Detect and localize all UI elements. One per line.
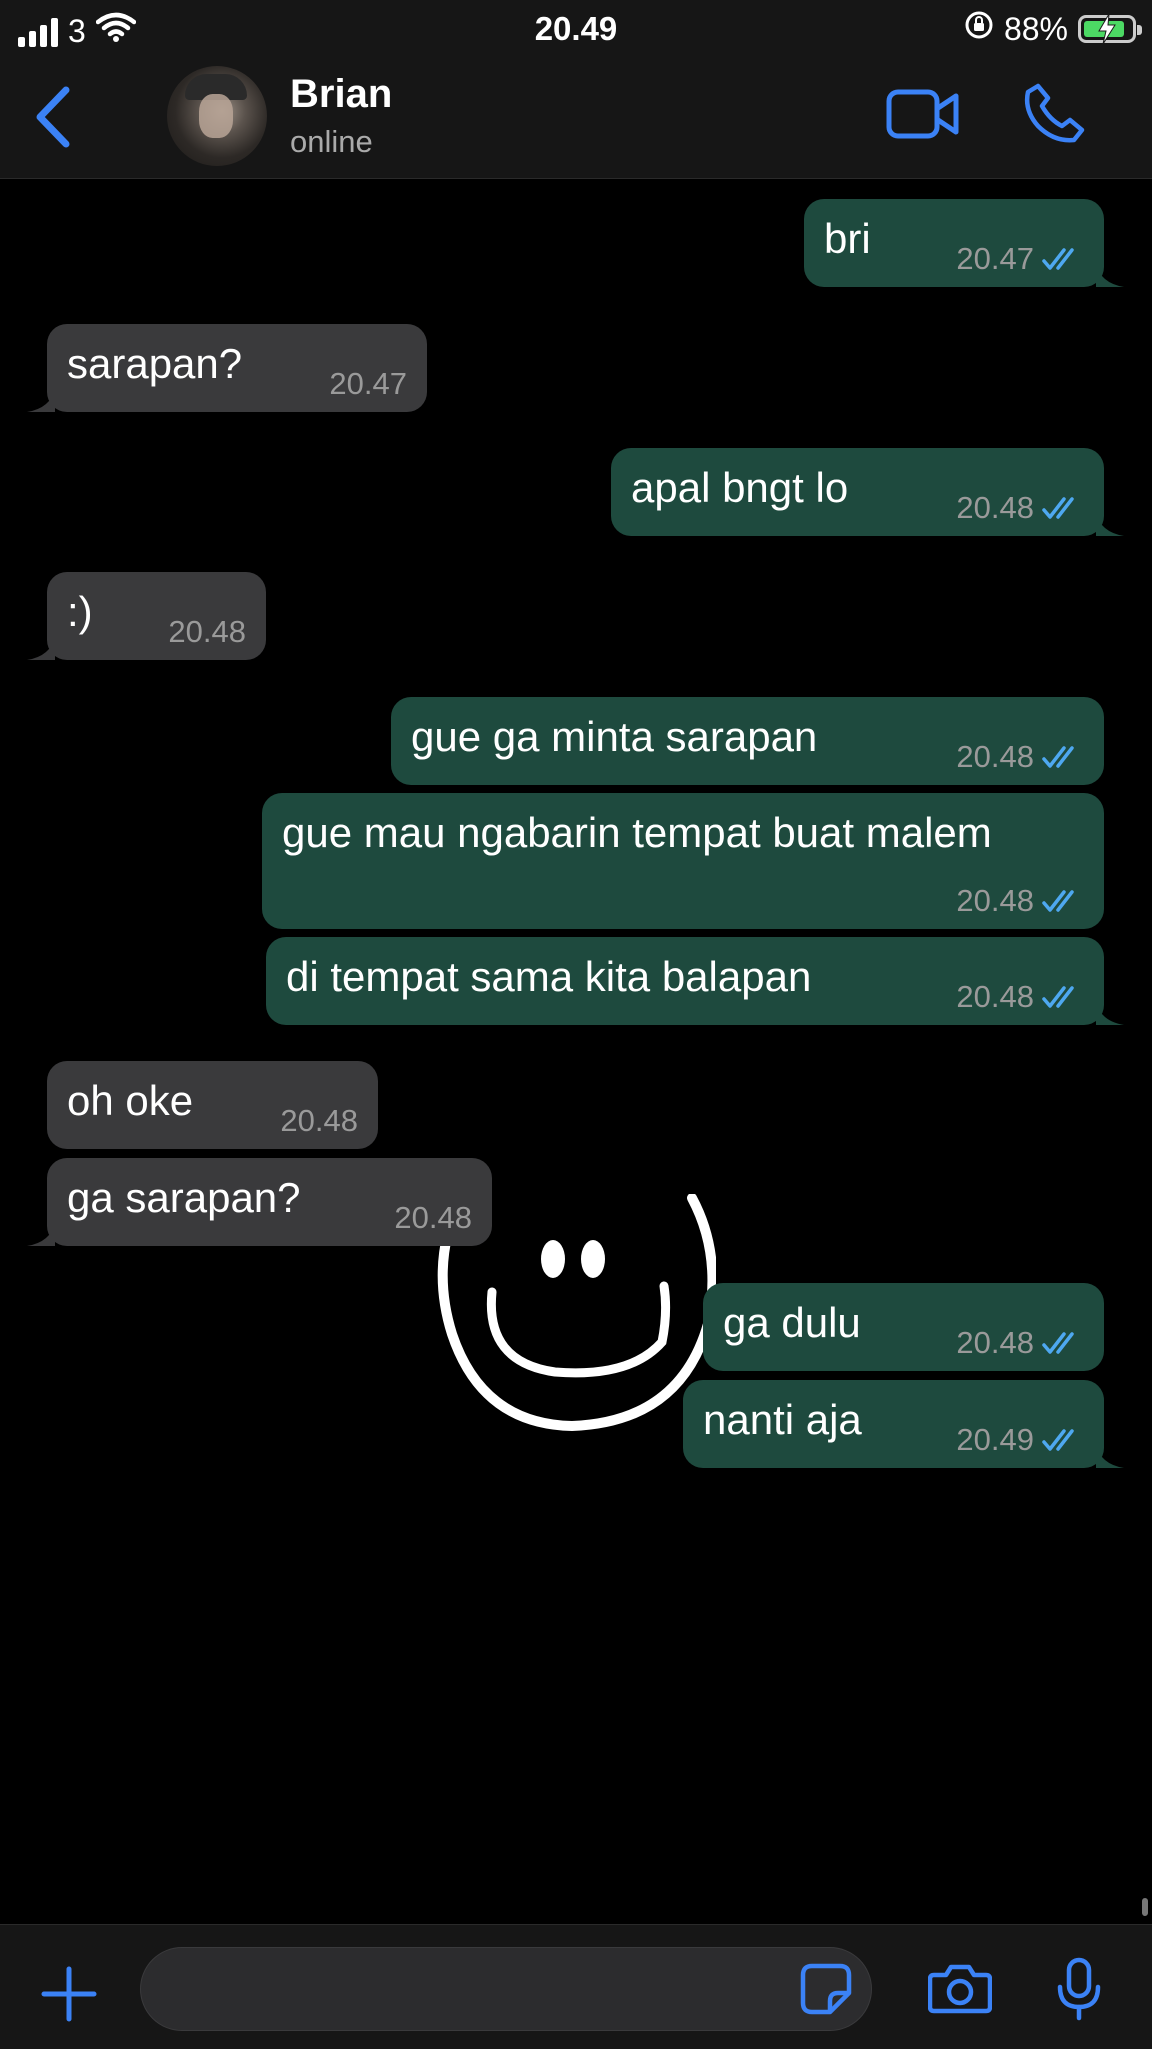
read-ticks-icon [1042, 248, 1074, 270]
message-text: ga sarapan? [67, 1174, 301, 1221]
contact-name[interactable]: Brian [290, 72, 392, 117]
message-time: 20.47 [956, 241, 1034, 276]
chat-header: Brian online [0, 60, 1152, 179]
message-text: bri [824, 215, 871, 262]
message-meta: 20.47 [956, 241, 1084, 277]
orientation-lock-icon [964, 10, 994, 48]
message-bubble-incoming[interactable]: :) 20.48 [27, 572, 266, 660]
message-time: 20.48 [168, 614, 246, 649]
message-meta: 20.48 [168, 614, 246, 650]
avatar[interactable] [167, 66, 267, 166]
read-ticks-icon [1042, 1332, 1074, 1354]
message-text: di tempat sama kita balapan [286, 953, 812, 1000]
message-meta: 20.49 [956, 1422, 1084, 1458]
phone-call-icon[interactable] [1024, 82, 1086, 149]
read-ticks-icon [1042, 986, 1074, 1008]
microphone-icon[interactable] [1056, 1957, 1102, 2026]
message-time: 20.48 [956, 739, 1034, 774]
message-input[interactable] [140, 1947, 872, 2031]
battery-charging-icon [1078, 14, 1142, 44]
message-text: sarapan? [67, 340, 243, 387]
message-meta: 20.48 [956, 739, 1084, 775]
message-bubble-incoming[interactable]: oh oke 20.48 [47, 1061, 378, 1149]
message-bubble-outgoing[interactable]: di tempat sama kita balapan 20.48 [266, 937, 1124, 1025]
sticker-icon[interactable] [800, 1963, 852, 2020]
back-chevron-icon[interactable] [30, 82, 80, 152]
message-time: 20.48 [394, 1200, 472, 1235]
message-bubble-outgoing[interactable]: gue mau ngabarin tempat buat malem 20.48 [262, 793, 1104, 929]
message-text: apal bngt lo [631, 464, 849, 511]
message-bubble-outgoing[interactable]: gue ga minta sarapan 20.48 [391, 697, 1104, 785]
read-ticks-icon [1042, 746, 1074, 768]
message-bubble-outgoing[interactable]: apal bngt lo 20.48 [611, 448, 1124, 536]
message-time: 20.49 [956, 1422, 1034, 1457]
composer-bar [0, 1924, 1152, 2049]
battery-percentage: 88% [1003, 10, 1068, 47]
presence-status: online [290, 124, 373, 159]
message-meta: 20.48 [956, 490, 1084, 526]
message-meta: 20.47 [329, 366, 407, 402]
message-text: gue ga minta sarapan [411, 713, 818, 760]
message-text: :) [67, 588, 93, 635]
message-bubble-outgoing[interactable]: nanti aja 20.49 [683, 1380, 1124, 1468]
status-right: 88% [964, 10, 1142, 48]
read-ticks-icon [1042, 890, 1074, 912]
status-bar: 3 20.49 88% [0, 0, 1152, 60]
message-time: 20.48 [956, 1325, 1034, 1360]
message-meta: 20.48 [956, 1325, 1084, 1361]
plus-icon[interactable] [40, 1965, 98, 2028]
message-time: 20.48 [956, 979, 1034, 1014]
message-time: 20.47 [329, 366, 407, 401]
message-time: 20.48 [956, 490, 1034, 525]
video-call-icon[interactable] [886, 86, 960, 147]
message-text: nanti aja [703, 1396, 862, 1443]
message-meta: 20.48 [394, 1200, 472, 1236]
read-ticks-icon [1042, 1429, 1074, 1451]
message-list[interactable]: bri 20.47 sarapan? 20.47 apal bngt lo 20… [0, 179, 1152, 1924]
message-bubble-incoming[interactable]: sarapan? 20.47 [27, 324, 427, 412]
message-time: 20.48 [956, 883, 1034, 918]
scroll-indicator[interactable] [1142, 1898, 1148, 1916]
message-text: gue mau ngabarin tempat buat malem [282, 809, 992, 856]
message-meta: 20.48 [280, 1103, 358, 1139]
message-bubble-outgoing[interactable]: bri 20.47 [804, 199, 1124, 287]
message-bubble-outgoing[interactable]: ga dulu 20.48 [703, 1283, 1104, 1371]
message-meta: 20.48 [956, 979, 1084, 1015]
message-time: 20.48 [280, 1103, 358, 1138]
message-meta: 20.48 [956, 883, 1084, 919]
camera-icon[interactable] [927, 1963, 993, 2020]
read-ticks-icon [1042, 497, 1074, 519]
message-bubble-incoming[interactable]: ga sarapan? 20.48 [27, 1158, 492, 1246]
message-text: oh oke [67, 1077, 194, 1124]
message-text: ga dulu [723, 1299, 861, 1346]
